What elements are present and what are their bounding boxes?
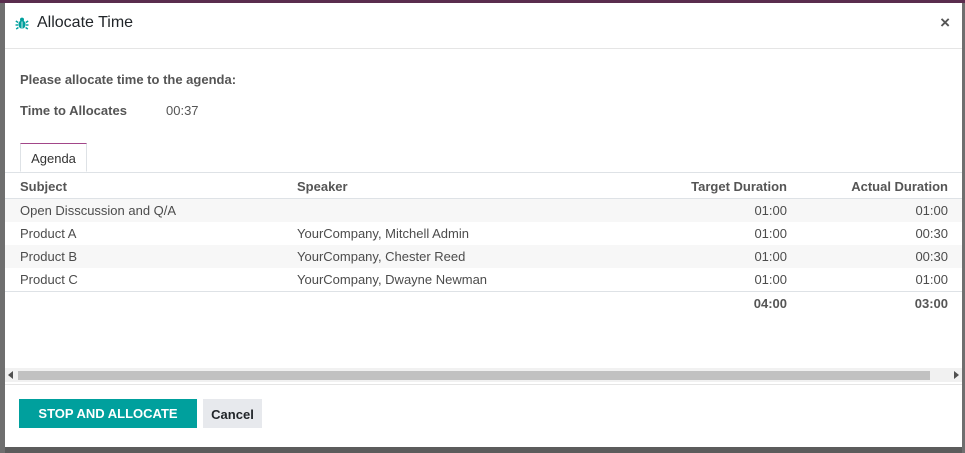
- table-header-row: Subject Speaker Target Duration Actual D…: [5, 174, 962, 199]
- dialog-title: Allocate Time: [37, 14, 134, 31]
- scrollbar-thumb[interactable]: [18, 371, 930, 380]
- scroll-left-arrow-icon[interactable]: [8, 371, 13, 379]
- total-target-duration: 04:00: [753, 296, 787, 311]
- cell-actual-duration: 00:30: [915, 226, 948, 241]
- cancel-button[interactable]: Cancel: [203, 399, 262, 428]
- time-to-allocate-label: Time to Allocates: [20, 103, 127, 118]
- table-row[interactable]: Open Disscussion and Q/A 01:00 01:00: [5, 198, 962, 223]
- cell-actual-duration: 01:00: [915, 203, 948, 218]
- cell-speaker: YourCompany, Dwayne Newman: [297, 268, 597, 292]
- cell-speaker: YourCompany, Mitchell Admin: [297, 226, 469, 241]
- allocate-intro-text: Please allocate time to the agenda:: [20, 72, 237, 87]
- totals-spacer: [297, 292, 597, 316]
- table-totals-row: 04:00 03:00: [5, 292, 962, 316]
- column-header-target-duration[interactable]: Target Duration: [597, 174, 787, 199]
- tab-agenda[interactable]: Agenda: [20, 143, 87, 172]
- total-actual-duration: 03:00: [914, 296, 948, 311]
- allocate-time-dialog: Allocate Time × Please allocate time to …: [5, 3, 962, 450]
- cell-speaker: YourCompany, Chester Reed: [297, 249, 466, 264]
- dialog-footer: STOP AND ALLOCATE TIME Cancel: [5, 384, 962, 450]
- close-icon[interactable]: ×: [940, 13, 950, 33]
- cell-subject: Product C: [5, 268, 297, 292]
- dialog-header: Allocate Time ×: [5, 3, 962, 49]
- cell-subject: Open Disscussion and Q/A: [20, 203, 177, 218]
- cell-subject: Product B: [20, 249, 78, 264]
- time-to-allocate-value: 00:37: [166, 103, 199, 118]
- cell-actual-duration: 01:00: [787, 268, 962, 292]
- tab-bar: Agenda: [5, 143, 962, 173]
- table-row[interactable]: Product C YourCompany, Dwayne Newman 01:…: [5, 268, 962, 292]
- cell-target-duration: 01:00: [754, 226, 787, 241]
- scroll-right-arrow-icon[interactable]: [954, 371, 959, 379]
- table-row[interactable]: Product B YourCompany, Chester Reed 01:0…: [5, 245, 962, 268]
- totals-spacer: [5, 292, 297, 316]
- stop-and-allocate-time-button[interactable]: STOP AND ALLOCATE TIME: [19, 399, 197, 450]
- cell-target-duration: 01:00: [754, 249, 787, 264]
- agenda-table: Subject Speaker Target Duration Actual D…: [5, 174, 962, 315]
- bug-icon: [15, 17, 29, 30]
- column-header-actual-duration[interactable]: Actual Duration: [787, 174, 962, 199]
- cell-speaker: [297, 199, 597, 223]
- cell-subject: Product A: [20, 226, 77, 241]
- column-header-subject[interactable]: Subject: [5, 174, 297, 199]
- cell-target-duration: 01:00: [754, 203, 787, 218]
- cell-target-duration: 01:00: [597, 268, 787, 292]
- cell-actual-duration: 00:30: [915, 249, 948, 264]
- column-header-speaker[interactable]: Speaker: [297, 174, 597, 199]
- horizontal-scrollbar[interactable]: [5, 368, 962, 382]
- table-row[interactable]: Product A YourCompany, Mitchell Admin 01…: [5, 222, 962, 245]
